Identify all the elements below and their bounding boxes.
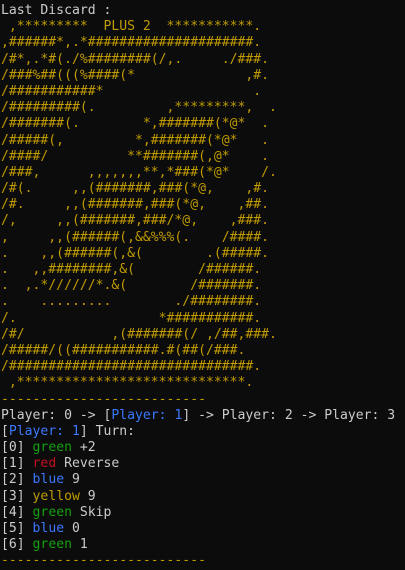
hand-card-color: blue: [32, 472, 65, 488]
card-art-line: /#/ ,(#######(/ ,/##,###.: [1, 326, 277, 342]
hand-card-value: +2: [79, 440, 96, 456]
divider-bottom: --------------------------: [1, 553, 206, 569]
turn-prompt-close: ] Turn:: [79, 423, 136, 439]
hand-card-index: [0]: [1, 440, 25, 456]
card-art-line: /#####/((###########.#(##(/###.: [1, 342, 246, 358]
card-art-line: . ,,########,&( /######.: [1, 262, 262, 277]
card-art-line: ,********* PLUS 2 ***********.: [1, 19, 262, 35]
hand-card-index: [3]: [1, 488, 25, 504]
discard-card-art: ,********* PLUS 2 ***********. ,######*,…: [1, 19, 405, 391]
hand-card-value: Skip: [79, 504, 112, 520]
hand-card-index: [2]: [1, 472, 25, 488]
hand-card-value: 9: [87, 488, 96, 504]
card-art-line: /#######(. *,#######(*@* .: [1, 116, 270, 132]
card-art-line: ,*****************************.: [1, 375, 254, 391]
hand-card[interactable]: [3] yellow 9: [1, 489, 405, 505]
card-art-line: /###, ,,,,,,,**,*###(*@* /.: [1, 164, 277, 180]
turn-prompt-open: [: [1, 423, 9, 439]
hand-card-color: green: [32, 504, 72, 520]
hand-card-index: [1]: [1, 456, 25, 472]
card-art-line: /#####(, *,#######(*@* .: [1, 132, 270, 148]
hand-card-index: [4]: [1, 504, 25, 520]
hand-card-color: green: [32, 440, 72, 456]
card-art-line: . ,.*//////*.&( /#######.: [1, 278, 262, 294]
card-art-line: /#*,.*#(./%########(/,. ./###.: [1, 51, 270, 67]
hand-card-index: [6]: [1, 537, 25, 553]
last-discard-label: Last Discard :: [1, 3, 112, 18]
turn-order-prefix: Player: 0 ->: [1, 407, 104, 423]
hand-card[interactable]: [1] red Reverse: [1, 456, 405, 472]
hand-card-index: [5]: [1, 521, 25, 536]
divider-top: --------------------------: [1, 391, 206, 407]
card-art-line: . ,,(######(,&( .(#####.: [1, 245, 270, 261]
console-window: Last Discard : ,********* PLUS 2 *******…: [1, 3, 405, 570]
turn-prompt-player: Player: 1: [8, 423, 80, 439]
card-art-line: /####/ **#######(,@* .: [1, 148, 270, 164]
hand-card-color: red: [32, 456, 57, 472]
hand-card-value: Reverse: [64, 456, 120, 472]
hand-card[interactable]: [2] blue 9: [1, 472, 405, 488]
current-player-highlight: Player: 1: [111, 407, 183, 423]
card-art-line: /###%##(((%####(* ,#.: [1, 67, 270, 83]
card-art-line: . ......... ./########.: [1, 294, 262, 310]
turn-order-suffix: -> Player: 2 -> Player: 3: [190, 407, 396, 423]
turn-prompt: [Player: 1] Turn:: [1, 424, 405, 440]
card-art-line: /. *###########.: [1, 310, 262, 326]
hand-card[interactable]: [4] green Skip: [1, 505, 405, 521]
hand-card-color: blue: [32, 521, 65, 536]
hand-card-value: 0: [71, 521, 80, 536]
hand-card[interactable]: [5] blue 0: [1, 521, 405, 537]
hand-card-value: 1: [79, 537, 88, 553]
hand-list: [0] green +2 [1] red Reverse [2] blue 9 …: [1, 440, 405, 553]
card-art-line: /###########* .: [1, 83, 262, 99]
card-art-line: /#(. ,,(#######,###(*@, ,#.: [1, 181, 270, 197]
hand-card[interactable]: [0] green +2: [1, 440, 405, 456]
card-art-line: /#. ,,(#######,###(*@, ,##.: [1, 197, 270, 213]
card-art-line: , ,,(######(,&&%%%(. /####.: [1, 229, 270, 245]
hand-card-color: green: [32, 537, 72, 553]
hand-card-value: 9: [71, 472, 80, 488]
card-art-line: ,######*,.*#####################.: [1, 35, 262, 51]
turn-order: Player: 0 -> [Player: 1] -> Player: 2 ->…: [1, 408, 405, 424]
card-art-line: /, ,,(#######,###/*@, ,###.: [1, 213, 270, 229]
hand-card-color: yellow: [32, 488, 80, 504]
card-art-line: /#########(. ,*********, .: [1, 100, 277, 116]
card-art-line: /###############################.: [1, 359, 262, 375]
hand-card[interactable]: [6] green 1: [1, 537, 405, 553]
